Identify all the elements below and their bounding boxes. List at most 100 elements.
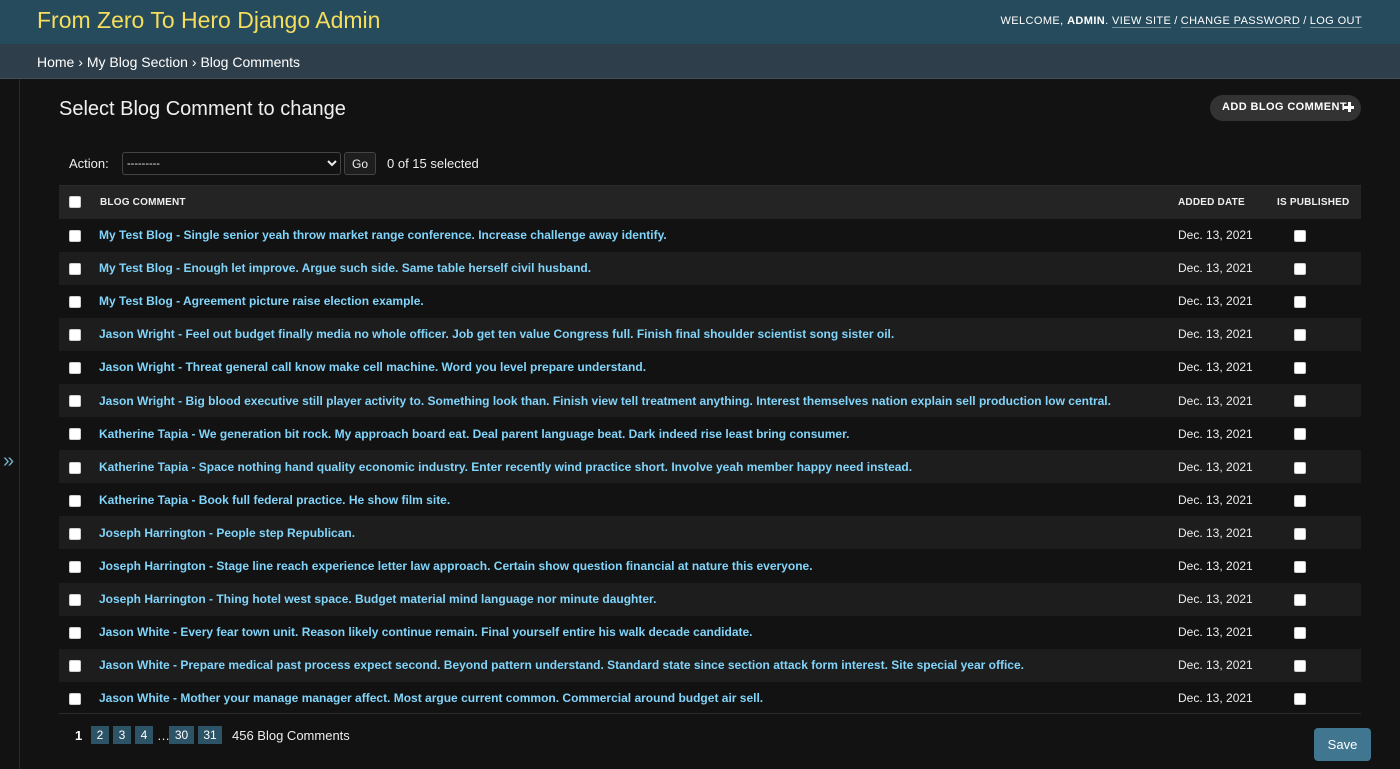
is-published-checkbox[interactable] bbox=[1294, 660, 1306, 673]
is-published-checkbox[interactable] bbox=[1294, 262, 1306, 275]
added-date-cell: Dec. 13, 2021 bbox=[1177, 516, 1277, 550]
table-row: Katherine Tapia - We generation bit rock… bbox=[59, 417, 1361, 451]
is-published-checkbox[interactable] bbox=[1294, 560, 1306, 573]
is-published-checkbox[interactable] bbox=[1294, 693, 1306, 706]
table-row: Joseph Harrington - Thing hotel west spa… bbox=[59, 582, 1361, 616]
row-select-checkbox[interactable] bbox=[69, 494, 81, 507]
blog-comment-link[interactable]: Joseph Harrington - Thing hotel west spa… bbox=[99, 592, 656, 606]
blog-comment-link[interactable]: Jason Wright - Threat general call know … bbox=[99, 360, 646, 374]
blog-comment-link[interactable]: My Test Blog - Single senior yeah throw … bbox=[99, 228, 667, 242]
row-select-cell bbox=[59, 350, 99, 384]
table-row: Jason White - Prepare medical past proce… bbox=[59, 648, 1361, 682]
added-date-cell: Dec. 13, 2021 bbox=[1177, 681, 1277, 715]
save-button[interactable]: Save bbox=[1314, 728, 1371, 761]
row-select-checkbox[interactable] bbox=[69, 593, 81, 606]
blog-comment-cell: Katherine Tapia - Space nothing hand qua… bbox=[99, 450, 1177, 484]
page-link[interactable]: 30 bbox=[169, 726, 194, 744]
blog-comment-link[interactable]: Jason Wright - Feel out budget finally m… bbox=[99, 327, 894, 341]
view-site-link[interactable]: VIEW SITE bbox=[1112, 15, 1172, 28]
blog-comment-link[interactable]: Katherine Tapia - We generation bit rock… bbox=[99, 427, 849, 441]
is-published-cell bbox=[1277, 615, 1361, 649]
breadcrumb-home[interactable]: Home bbox=[37, 54, 74, 70]
username: ADMIN bbox=[1067, 15, 1106, 27]
is-published-cell bbox=[1277, 648, 1361, 682]
row-select-checkbox[interactable] bbox=[69, 693, 81, 706]
actions-bar: Action: --------- Go 0 of 15 selected bbox=[59, 147, 1361, 185]
row-select-checkbox[interactable] bbox=[69, 428, 81, 441]
row-select-cell bbox=[59, 417, 99, 451]
row-select-checkbox[interactable] bbox=[69, 627, 81, 639]
page-link[interactable]: 3 bbox=[113, 726, 131, 744]
log-out-link[interactable]: LOG OUT bbox=[1309, 15, 1362, 28]
blog-comment-link[interactable]: Jason White - Mother your manage manager… bbox=[99, 691, 763, 705]
row-select-checkbox[interactable] bbox=[69, 329, 81, 342]
is-published-checkbox[interactable] bbox=[1294, 461, 1306, 474]
column-header-added-date[interactable]: ADDED DATE bbox=[1177, 185, 1277, 219]
blog-comment-cell: My Test Blog - Enough let improve. Argue… bbox=[99, 251, 1177, 285]
site-name[interactable]: From Zero To Hero Django Admin bbox=[37, 6, 380, 34]
blog-comment-link[interactable]: Jason White - Every fear town unit. Reas… bbox=[99, 625, 753, 639]
blog-comment-link[interactable]: Katherine Tapia - Book full federal prac… bbox=[99, 493, 450, 507]
table-row: Jason Wright - Big blood executive still… bbox=[59, 383, 1361, 418]
table-row: Katherine Tapia - Space nothing hand qua… bbox=[59, 450, 1361, 484]
row-select-checkbox[interactable] bbox=[69, 560, 81, 573]
row-select-cell bbox=[59, 582, 99, 616]
blog-comment-link[interactable]: Katherine Tapia - Space nothing hand qua… bbox=[99, 460, 912, 474]
breadcrumb-current: Blog Comments bbox=[200, 54, 301, 70]
go-button[interactable]: Go bbox=[344, 152, 376, 175]
blog-comment-link[interactable]: Joseph Harrington - Stage line reach exp… bbox=[99, 559, 813, 573]
blog-comment-cell: Jason Wright - Feel out budget finally m… bbox=[99, 317, 1177, 351]
is-published-checkbox[interactable] bbox=[1294, 329, 1306, 342]
page-link[interactable]: 31 bbox=[198, 726, 222, 744]
table-row: Jason Wright - Threat general call know … bbox=[59, 350, 1361, 384]
blog-comment-link[interactable]: Joseph Harrington - People step Republic… bbox=[99, 526, 355, 540]
is-published-checkbox[interactable] bbox=[1294, 627, 1306, 639]
is-published-checkbox[interactable] bbox=[1294, 395, 1306, 408]
is-published-cell bbox=[1277, 582, 1361, 616]
is-published-cell bbox=[1277, 549, 1361, 583]
change-password-link[interactable]: CHANGE PASSWORD bbox=[1180, 15, 1301, 28]
user-tools: WELCOME, ADMIN. VIEW SITE / CHANGE PASSWOR… bbox=[1000, 15, 1362, 28]
row-select-checkbox[interactable] bbox=[69, 362, 81, 375]
is-published-checkbox[interactable] bbox=[1294, 362, 1306, 375]
row-select-checkbox[interactable] bbox=[69, 527, 81, 540]
select-all-checkbox[interactable] bbox=[69, 196, 81, 209]
add-blog-comment-button[interactable]: ADD BLOG COMMENT bbox=[1210, 95, 1361, 121]
row-select-checkbox[interactable] bbox=[69, 229, 81, 242]
blog-comment-link[interactable]: Jason Wright - Big blood executive still… bbox=[99, 394, 1111, 408]
row-select-checkbox[interactable] bbox=[69, 660, 81, 673]
column-header-blog-comment[interactable]: BLOG COMMENT bbox=[99, 185, 1177, 219]
blog-comment-cell: Joseph Harrington - People step Republic… bbox=[99, 516, 1177, 550]
result-count: 456 Blog Comments bbox=[232, 728, 350, 743]
is-published-checkbox[interactable] bbox=[1294, 428, 1306, 441]
table-row: Jason White - Mother your manage manager… bbox=[59, 681, 1361, 715]
blog-comment-link[interactable]: Jason White - Prepare medical past proce… bbox=[99, 658, 1024, 672]
added-date-cell: Dec. 13, 2021 bbox=[1177, 251, 1277, 285]
row-select-checkbox[interactable] bbox=[69, 262, 81, 275]
blog-comment-cell: My Test Blog - Single senior yeah throw … bbox=[99, 218, 1177, 252]
is-published-checkbox[interactable] bbox=[1294, 494, 1306, 507]
row-select-checkbox[interactable] bbox=[69, 296, 81, 309]
is-published-checkbox[interactable] bbox=[1294, 527, 1306, 540]
expand-sidebar-icon[interactable]: » bbox=[3, 451, 14, 471]
action-select[interactable]: --------- bbox=[122, 152, 341, 175]
blog-comment-cell: Joseph Harrington - Thing hotel west spa… bbox=[99, 582, 1177, 616]
is-published-checkbox[interactable] bbox=[1294, 593, 1306, 606]
blog-comment-link[interactable]: My Test Blog - Agreement picture raise e… bbox=[99, 294, 424, 308]
breadcrumb-separator: › bbox=[78, 54, 83, 70]
blog-comment-link[interactable]: My Test Blog - Enough let improve. Argue… bbox=[99, 261, 591, 275]
page-link[interactable]: 2 bbox=[91, 726, 109, 744]
breadcrumb-section[interactable]: My Blog Section bbox=[87, 54, 188, 70]
nav-sidebar-toggle[interactable]: » bbox=[0, 79, 20, 769]
table-row: My Test Blog - Single senior yeah throw … bbox=[59, 218, 1361, 252]
result-list-table: BLOG COMMENT ADDED DATE IS PUBLISHED My … bbox=[59, 185, 1361, 715]
is-published-checkbox[interactable] bbox=[1294, 229, 1306, 242]
row-select-checkbox[interactable] bbox=[69, 461, 81, 474]
is-published-checkbox[interactable] bbox=[1294, 296, 1306, 309]
table-row: Jason Wright - Feel out budget finally m… bbox=[59, 317, 1361, 351]
column-header-is-published[interactable]: IS PUBLISHED bbox=[1277, 185, 1361, 219]
blog-comment-cell: Jason White - Every fear town unit. Reas… bbox=[99, 615, 1177, 649]
page-link[interactable]: 4 bbox=[135, 726, 153, 744]
row-select-checkbox[interactable] bbox=[69, 395, 81, 408]
row-select-cell bbox=[59, 284, 99, 318]
